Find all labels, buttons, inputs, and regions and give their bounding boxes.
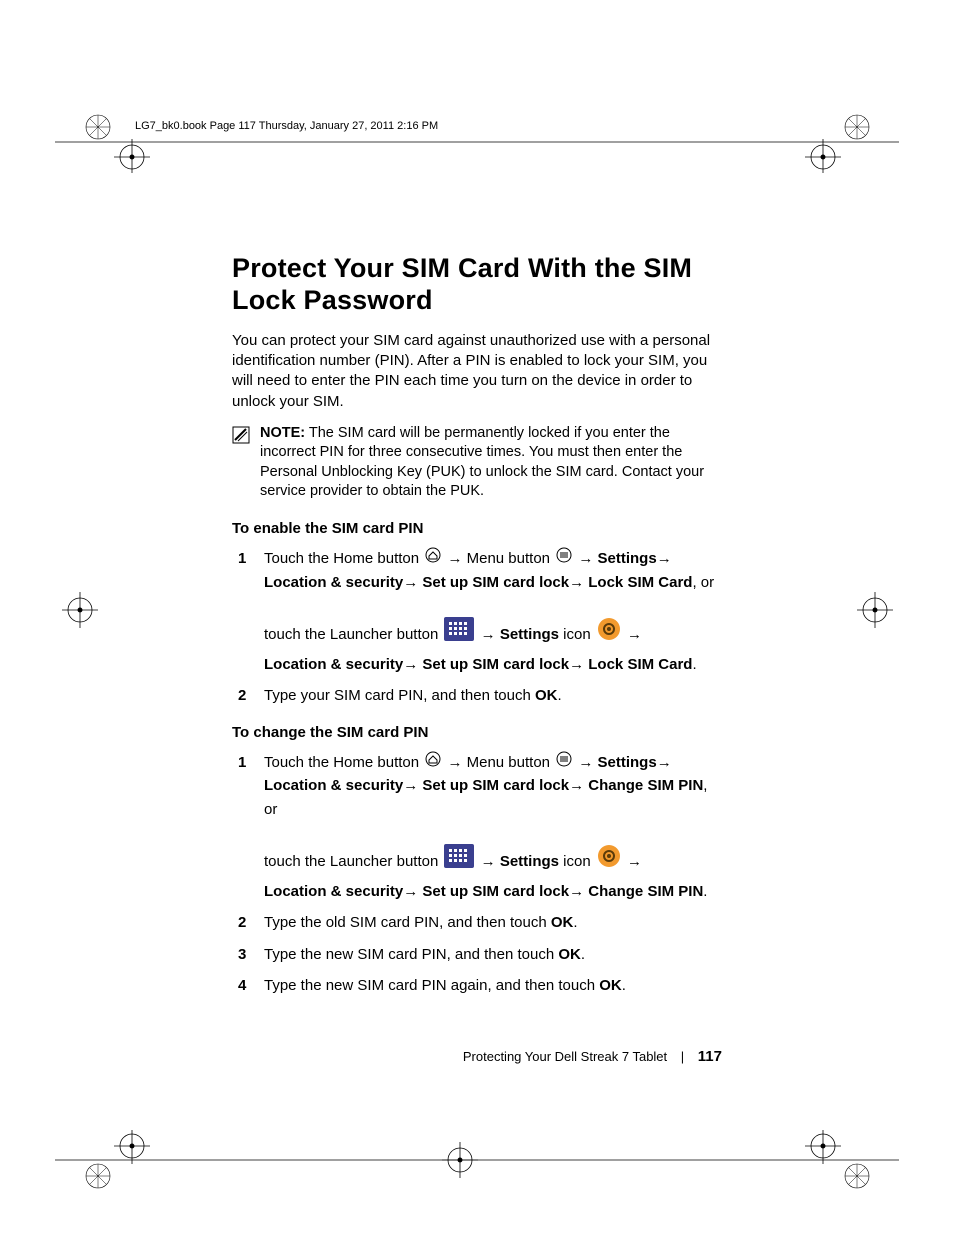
location-security-label: Location & security: [264, 777, 403, 794]
settings-label: Settings: [598, 550, 657, 567]
text: .: [581, 946, 585, 963]
text: Touch the Home button: [264, 754, 423, 771]
setup-sim-lock-label: Set up SIM card lock: [422, 883, 569, 900]
text: .: [573, 914, 577, 931]
text: .: [557, 687, 561, 704]
settings-app-icon: [597, 617, 621, 653]
crop-mark-top-right: [795, 113, 875, 173]
crop-mark-bottom-center: [440, 1140, 480, 1180]
arrow: →: [569, 656, 584, 673]
lock-sim-card-label: Lock SIM Card: [588, 656, 692, 673]
settings-app-icon: [597, 844, 621, 880]
text: Type the new SIM card PIN again, and the…: [264, 977, 599, 994]
step-enable-2: Type your SIM card PIN, and then touch O…: [232, 684, 722, 707]
text: icon: [559, 626, 595, 643]
text: , or: [692, 574, 714, 591]
note-body: The SIM card will be permanently locked …: [260, 425, 704, 500]
note-icon: [232, 426, 250, 444]
launcher-button-icon: [444, 617, 474, 653]
text: icon: [559, 853, 595, 870]
text: touch the Launcher button: [264, 853, 442, 870]
arrow: →: [569, 883, 584, 900]
print-header: LG7_bk0.book Page 117 Thursday, January …: [135, 120, 438, 132]
arrow: →: [403, 777, 418, 794]
text: .: [692, 656, 696, 673]
note-block: NOTE: The SIM card will be permanently l…: [232, 424, 722, 502]
lock-sim-card-label: Lock SIM Card: [588, 574, 692, 591]
settings-label: Settings: [598, 754, 657, 771]
location-security-label: Location & security: [264, 883, 403, 900]
arrow: →: [481, 626, 496, 643]
ok-label: OK: [558, 946, 581, 963]
crop-mark-mid-left: [60, 590, 100, 630]
note-label: NOTE:: [260, 425, 305, 441]
text: Type your SIM card PIN, and then touch: [264, 687, 535, 704]
text: Touch the Home button: [264, 550, 423, 567]
text: Menu button: [467, 550, 555, 567]
settings-label: Settings: [500, 626, 559, 643]
steps-change: Touch the Home button → Menu button → Se…: [232, 751, 722, 997]
change-sim-pin-label: Change SIM PIN: [588, 777, 703, 794]
step-change-2: Type the old SIM card PIN, and then touc…: [232, 911, 722, 934]
arrow: →: [403, 883, 418, 900]
step-change-3: Type the new SIM card PIN, and then touc…: [232, 943, 722, 966]
arrow: →: [627, 853, 642, 870]
setup-sim-lock-label: Set up SIM card lock: [422, 656, 569, 673]
step-enable-1: Touch the Home button → Menu button → Se…: [232, 547, 722, 676]
step-change-1: Touch the Home button → Menu button → Se…: [232, 751, 722, 904]
step-change-4: Type the new SIM card PIN again, and the…: [232, 974, 722, 997]
menu-button-icon: [556, 751, 572, 774]
arrow: →: [627, 626, 642, 643]
text: .: [703, 883, 707, 900]
footer-chapter: Protecting Your Dell Streak 7 Tablet: [463, 1049, 667, 1064]
text: Menu button: [467, 754, 555, 771]
setup-sim-lock-label: Set up SIM card lock: [422, 777, 569, 794]
home-button-icon: [425, 547, 441, 570]
text: touch the Launcher button: [264, 626, 442, 643]
ok-label: OK: [535, 687, 558, 704]
home-button-icon: [425, 751, 441, 774]
page-title: Protect Your SIM Card With the SIM Lock …: [232, 252, 722, 317]
location-security-label: Location & security: [264, 656, 403, 673]
arrow: →: [578, 754, 593, 771]
page-number: 117: [698, 1048, 722, 1065]
crop-mark-bottom-right: [795, 1130, 875, 1190]
text: Type the new SIM card PIN, and then touc…: [264, 946, 558, 963]
steps-enable: Touch the Home button → Menu button → Se…: [232, 547, 722, 708]
note-text: NOTE: The SIM card will be permanently l…: [260, 424, 722, 502]
ok-label: OK: [599, 977, 622, 994]
crop-line-top: [55, 141, 899, 143]
settings-label: Settings: [500, 853, 559, 870]
arrow: →: [657, 550, 672, 567]
arrow: →: [447, 550, 462, 567]
arrow: →: [569, 574, 584, 591]
crop-mark-mid-right: [855, 590, 895, 630]
setup-sim-lock-label: Set up SIM card lock: [422, 574, 569, 591]
arrow: →: [403, 574, 418, 591]
section-change-heading: To change the SIM card PIN: [232, 724, 722, 741]
location-security-label: Location & security: [264, 574, 403, 591]
crop-mark-top-left: [80, 113, 160, 173]
arrow: →: [481, 853, 496, 870]
crop-mark-bottom-left: [80, 1130, 160, 1190]
arrow: →: [578, 550, 593, 567]
arrow: →: [447, 754, 462, 771]
arrow: →: [569, 777, 584, 794]
page-footer: Protecting Your Dell Streak 7 Tablet | 1…: [232, 1048, 722, 1065]
arrow: →: [403, 656, 418, 673]
ok-label: OK: [551, 914, 574, 931]
intro-paragraph: You can protect your SIM card against un…: [232, 331, 722, 412]
change-sim-pin-label: Change SIM PIN: [588, 883, 703, 900]
footer-separator: |: [681, 1049, 684, 1064]
text: Type the old SIM card PIN, and then touc…: [264, 914, 551, 931]
arrow: →: [657, 754, 672, 771]
menu-button-icon: [556, 547, 572, 570]
launcher-button-icon: [444, 844, 474, 880]
text: .: [622, 977, 626, 994]
section-enable-heading: To enable the SIM card PIN: [232, 520, 722, 537]
